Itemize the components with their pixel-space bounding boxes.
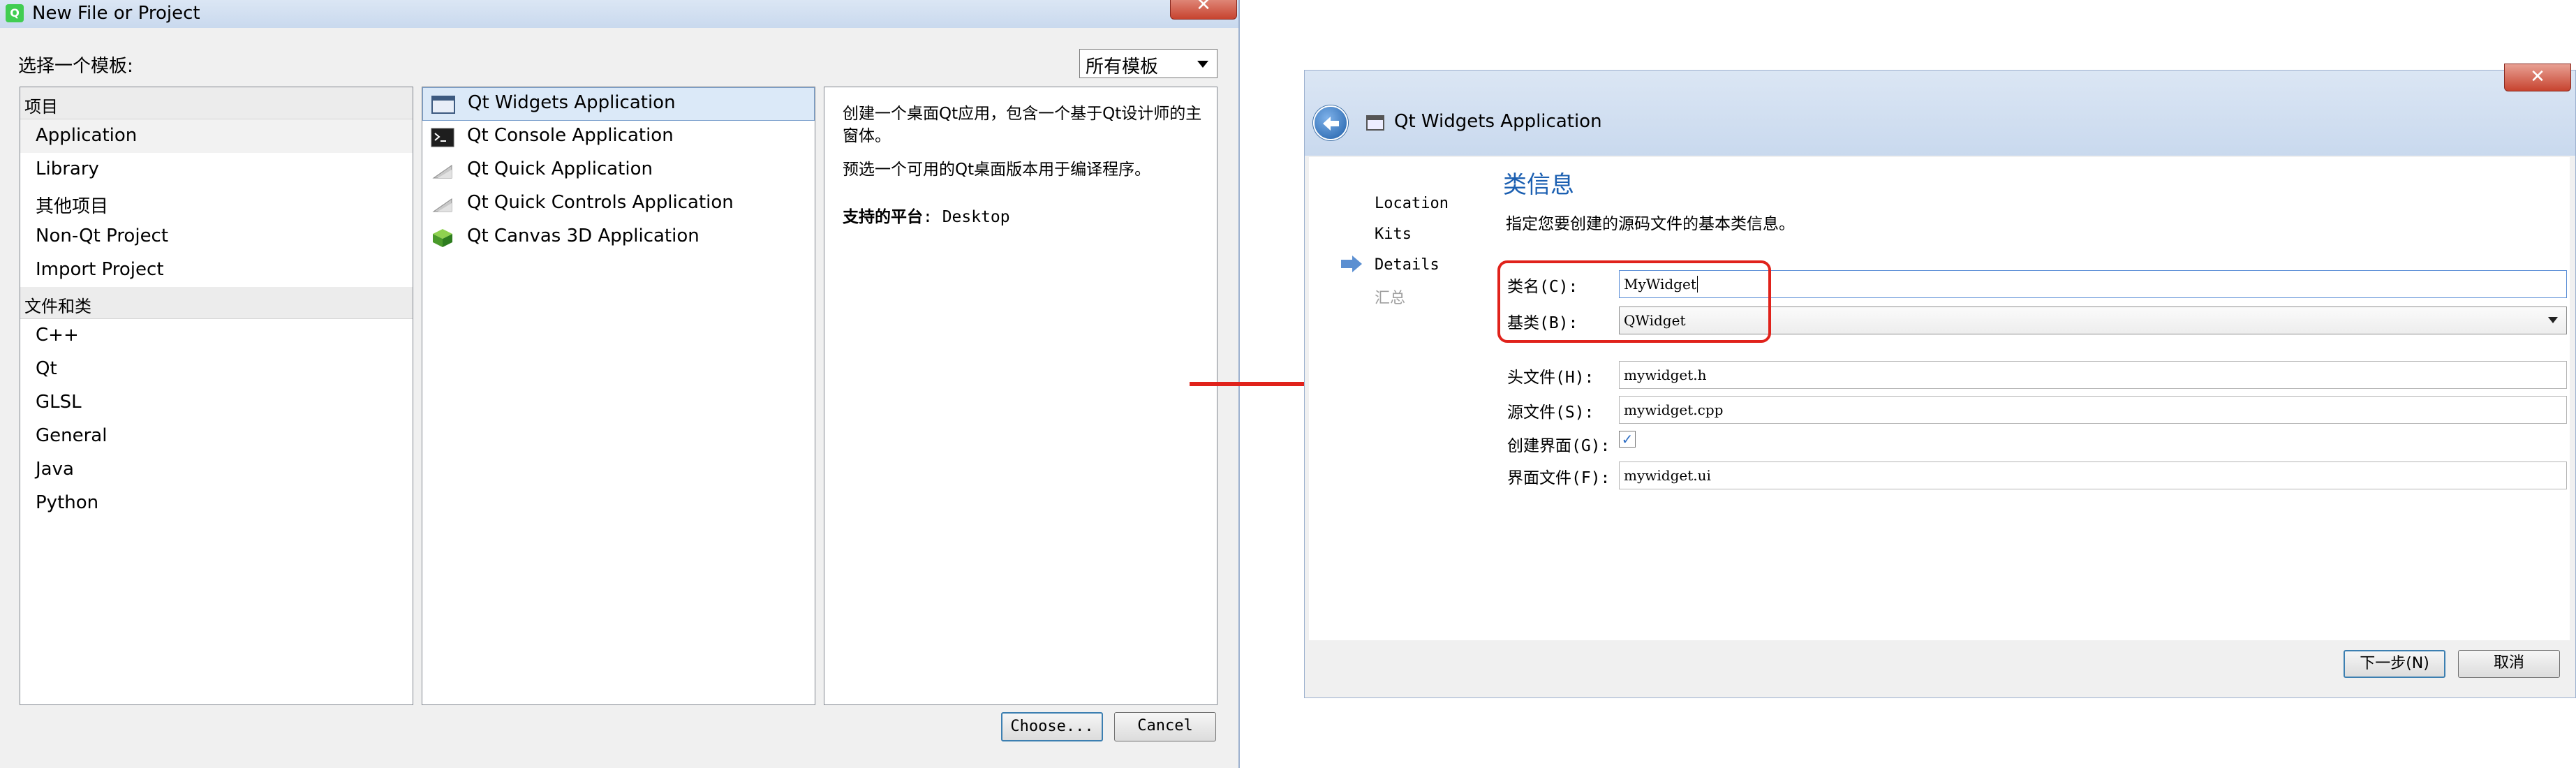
template-label: Qt Quick Controls Application (467, 192, 734, 213)
category-item[interactable]: General (20, 420, 413, 453)
platform-label: 支持的平台 (843, 208, 923, 226)
label-text: 界面文件 (1507, 469, 1571, 487)
choose-template-label: 选择一个模板: (18, 56, 133, 77)
new-file-or-project-dialog: Q New File or Project ✕ 选择一个模板: 所有模板 项目 … (0, 0, 1240, 768)
label-shortcut: (H): (1555, 369, 1594, 387)
console-icon (431, 128, 454, 147)
category-item[interactable]: Qt (20, 353, 413, 386)
generate-form-checkbox[interactable]: ✓ (1619, 431, 1636, 448)
template-item-qt-canvas-3d[interactable]: Qt Canvas 3D Application (422, 221, 815, 255)
template-filter-value: 所有模板 (1086, 57, 1159, 77)
cancel-button[interactable]: Cancel (1114, 712, 1216, 741)
next-button[interactable]: 下一步(N) (2344, 650, 2445, 678)
close-button[interactable]: ✕ (2504, 64, 2571, 91)
category-item[interactable]: Library (20, 153, 413, 186)
step-details: Details (1375, 256, 1439, 274)
section-title: 类信息 (1503, 171, 1574, 199)
source-file-label: 源文件(S): (1507, 399, 1594, 422)
window-title: New File or Project (32, 3, 200, 24)
category-item[interactable]: Java (20, 453, 413, 487)
back-button[interactable] (1313, 105, 1348, 140)
header-file-value: mywidget.h (1624, 367, 1707, 383)
cancel-button[interactable]: 取消 (2458, 650, 2560, 678)
header-file-label: 头文件(H): (1507, 364, 1594, 387)
description-text: 创建一个桌面Qt应用，包含一个基于Qt设计师的主窗体。 (843, 105, 1202, 145)
template-item-qt-quick[interactable]: Qt Quick Application (422, 154, 815, 188)
category-group-header: 项目 (20, 87, 413, 119)
widgets-window-icon (431, 96, 455, 114)
title-bar: Q New File or Project ✕ (0, 0, 1238, 28)
template-item-qt-console[interactable]: Qt Console Application (422, 121, 815, 154)
category-item[interactable]: Non-Qt Project (20, 220, 413, 253)
form-file-value: mywidget.ui (1624, 467, 1711, 484)
form-file-label: 界面文件(F): (1507, 464, 1610, 488)
back-arrow-icon (1323, 117, 1339, 131)
quick-controls-icon (432, 198, 452, 212)
supported-platforms: 支持的平台: Desktop (843, 203, 1010, 227)
template-list: Qt Widgets Application Qt Console Applic… (422, 87, 815, 705)
source-file-value: mywidget.cpp (1624, 401, 1724, 418)
category-item[interactable]: Import Project (20, 253, 413, 287)
category-group-header: 文件和类 (20, 287, 413, 319)
qt-widgets-application-wizard: ✕ Qt Widgets Application Location Kits D… (1304, 64, 2576, 698)
template-item-qt-quick-controls[interactable]: Qt Quick Controls Application (422, 188, 815, 221)
label-text: 头文件 (1507, 369, 1555, 387)
checkmark-icon: ✓ (1621, 431, 1634, 448)
chevron-down-icon (1197, 61, 1208, 68)
form-file-input[interactable]: mywidget.ui (1619, 461, 2567, 489)
current-step-arrow-icon (1341, 256, 1362, 272)
category-list: 项目 Application Library 其他项目 Non-Qt Proje… (20, 87, 413, 705)
category-item[interactable]: C++ (20, 319, 413, 353)
category-item[interactable]: GLSL (20, 386, 413, 420)
description-text: 预选一个可用的Qt桌面版本用于编译程序。 (843, 161, 1151, 179)
step-kits: Kits (1375, 226, 1412, 243)
template-item-qt-widgets[interactable]: Qt Widgets Application (422, 87, 815, 121)
template-label: Qt Console Application (467, 125, 674, 146)
category-item[interactable]: 其他项目 (20, 186, 413, 220)
template-label: Qt Canvas 3D Application (467, 226, 699, 246)
label-shortcut: (G): (1571, 437, 1611, 455)
quick-icon (432, 165, 452, 179)
generate-form-label: 创建界面(G): (1507, 432, 1610, 456)
wizard-title-bar: ✕ Qt Widgets Application (1305, 64, 2575, 156)
chevron-down-icon (2548, 317, 2558, 323)
qt-creator-icon: Q (6, 4, 24, 22)
category-item[interactable]: Python (20, 487, 413, 520)
step-summary: 汇总 (1375, 290, 1406, 307)
template-label: Qt Widgets Application (468, 92, 676, 113)
template-filter-dropdown[interactable]: 所有模板 (1079, 49, 1217, 78)
red-highlight-box (1497, 260, 1771, 343)
cube-icon (433, 229, 452, 247)
template-label: Qt Quick Application (467, 158, 653, 179)
close-button[interactable]: ✕ (1170, 0, 1237, 20)
platform-value: : Desktop (923, 208, 1010, 226)
template-description-panel: 创建一个桌面Qt应用，包含一个基于Qt设计师的主窗体。 预选一个可用的Qt桌面版… (824, 87, 1217, 705)
category-item[interactable]: Application (20, 119, 413, 153)
choose-button[interactable]: Choose... (1001, 712, 1103, 741)
source-file-input[interactable]: mywidget.cpp (1619, 396, 2567, 424)
label-text: 源文件 (1507, 404, 1555, 422)
label-shortcut: (F): (1571, 469, 1611, 487)
wizard-footer: 下一步(N) 取消 (1309, 642, 2570, 697)
step-location: Location (1375, 195, 1449, 212)
label-shortcut: (S): (1555, 404, 1594, 422)
header-file-input[interactable]: mywidget.h (1619, 361, 2567, 389)
window-icon (1366, 115, 1384, 131)
section-description: 指定您要创建的源码文件的基本类信息。 (1506, 215, 1795, 233)
wizard-title: Qt Widgets Application (1394, 111, 1602, 132)
label-text: 创建界面 (1507, 437, 1571, 455)
wizard-body: Location Kits Details 汇总 类信息 指定您要创建的源码文件… (1309, 157, 2570, 640)
